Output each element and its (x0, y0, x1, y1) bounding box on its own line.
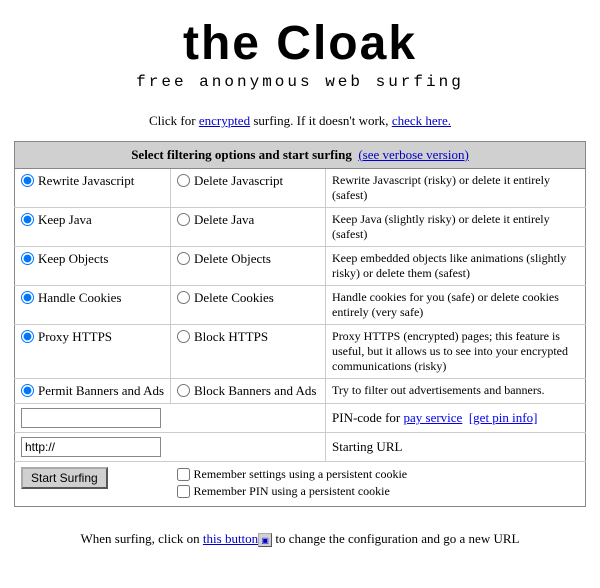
opt1-label-3: Handle Cookies (38, 290, 121, 306)
radio-opt1-1[interactable] (21, 213, 34, 226)
page-header: the Cloak free anonymous web surfing (0, 0, 600, 99)
check-link[interactable]: check here. (392, 113, 451, 128)
intro-middle: surfing. If it doesn't work, (250, 113, 392, 128)
radio-opt1-label-4[interactable]: Proxy HTTPS (21, 329, 164, 345)
pin-row: PIN-code for pay service [get pin info] (15, 403, 586, 432)
footer-link-label: this button (203, 531, 258, 546)
table-row: Permit Banners and Ads Block Banners and… (15, 378, 586, 403)
row-desc-2: Keep embedded objects like animations (s… (326, 246, 586, 285)
radio-opt2-label-3[interactable]: Delete Cookies (177, 290, 319, 306)
row-desc-0: Rewrite Javascript (risky) or delete it … (326, 168, 586, 207)
table-header: Select filtering options and start surfi… (15, 141, 586, 168)
table-row: Proxy HTTPS Block HTTPS Proxy HTTPS (enc… (15, 324, 586, 378)
radio-opt2-0[interactable] (177, 174, 190, 187)
opt1-label-5: Permit Banners and Ads (38, 383, 164, 399)
opt2-label-3: Delete Cookies (194, 290, 274, 306)
table-header-label: Select filtering options and start surfi… (131, 147, 352, 162)
url-row: Starting URL (15, 432, 586, 461)
radio-opt1-0[interactable] (21, 174, 34, 187)
checkbox2-line: Remember PIN using a persistent cookie (177, 484, 579, 499)
radio-opt2-label-1[interactable]: Delete Java (177, 212, 319, 228)
radio-opt1-3[interactable] (21, 291, 34, 304)
url-label-cell: Starting URL (326, 432, 586, 461)
remember-settings-checkbox[interactable] (177, 468, 190, 481)
checkbox2-label: Remember PIN using a persistent cookie (194, 484, 390, 499)
app-title: the Cloak (0, 18, 600, 71)
radio-opt2-label-4[interactable]: Block HTTPS (177, 329, 319, 345)
radio-opt2-5[interactable] (177, 384, 190, 397)
intro-before: Click for (149, 113, 199, 128)
checkbox1-label: Remember settings using a persistent coo… (194, 467, 408, 482)
pin-input[interactable] (21, 408, 161, 428)
checkbox1-line: Remember settings using a persistent coo… (177, 467, 579, 482)
opt2-label-4: Block HTTPS (194, 329, 268, 345)
radio-opt2-label-0[interactable]: Delete Javascript (177, 173, 319, 189)
opt1-label-4: Proxy HTTPS (38, 329, 112, 345)
intro-text: Click for encrypted surfing. If it doesn… (0, 99, 600, 141)
this-button-link[interactable]: this button▣ (203, 531, 272, 546)
radio-opt2-label-5[interactable]: Block Banners and Ads (177, 383, 319, 399)
radio-opt1-label-1[interactable]: Keep Java (21, 212, 164, 228)
footer: When surfing, click on this button▣ to c… (0, 517, 600, 557)
pin-label-cell: PIN-code for pay service [get pin info] (326, 403, 586, 432)
app-subtitle: free anonymous web surfing (0, 73, 600, 91)
encrypted-link[interactable]: encrypted (199, 113, 250, 128)
options-section: Select filtering options and start surfi… (0, 141, 600, 517)
footer-before: When surfing, click on (81, 531, 203, 546)
button-icon: ▣ (258, 533, 272, 547)
radio-opt1-4[interactable] (21, 330, 34, 343)
start-surfing-button[interactable]: Start Surfing (21, 467, 108, 489)
options-table: Select filtering options and start surfi… (14, 141, 586, 507)
opt1-label-1: Keep Java (38, 212, 92, 228)
radio-opt2-2[interactable] (177, 252, 190, 265)
opt1-label-2: Keep Objects (38, 251, 108, 267)
footer-after: to change the configuration and go a new… (272, 531, 519, 546)
radio-opt2-1[interactable] (177, 213, 190, 226)
checkbox-cell: Remember settings using a persistent coo… (171, 461, 586, 506)
bottom-row: Start Surfing Remember settings using a … (15, 461, 586, 506)
opt2-label-5: Block Banners and Ads (194, 383, 316, 399)
radio-opt1-label-3[interactable]: Handle Cookies (21, 290, 164, 306)
radio-opt1-label-5[interactable]: Permit Banners and Ads (21, 383, 164, 399)
row-desc-5: Try to filter out advertisements and ban… (326, 378, 586, 403)
opt2-label-2: Delete Objects (194, 251, 271, 267)
remember-pin-checkbox[interactable] (177, 485, 190, 498)
verbose-link[interactable]: (see verbose version) (358, 147, 468, 162)
url-input[interactable] (21, 437, 161, 457)
row-desc-1: Keep Java (slightly risky) or delete it … (326, 207, 586, 246)
row-desc-3: Handle cookies for you (safe) or delete … (326, 285, 586, 324)
radio-opt2-4[interactable] (177, 330, 190, 343)
opt1-label-0: Rewrite Javascript (38, 173, 134, 189)
pay-service-link[interactable]: pay service (404, 410, 463, 425)
opt2-label-1: Delete Java (194, 212, 254, 228)
table-row: Handle Cookies Delete Cookies Handle coo… (15, 285, 586, 324)
table-row: Keep Objects Delete Objects Keep embedde… (15, 246, 586, 285)
radio-opt2-label-2[interactable]: Delete Objects (177, 251, 319, 267)
row-desc-4: Proxy HTTPS (encrypted) pages; this feat… (326, 324, 586, 378)
opt2-label-0: Delete Javascript (194, 173, 283, 189)
table-row: Keep Java Delete Java Keep Java (slightl… (15, 207, 586, 246)
get-pin-link[interactable]: [get pin info] (469, 410, 538, 425)
radio-opt1-label-0[interactable]: Rewrite Javascript (21, 173, 164, 189)
table-row: Rewrite Javascript Delete Javascript Rew… (15, 168, 586, 207)
radio-opt1-label-2[interactable]: Keep Objects (21, 251, 164, 267)
radio-opt1-5[interactable] (21, 384, 34, 397)
radio-opt1-2[interactable] (21, 252, 34, 265)
radio-opt2-3[interactable] (177, 291, 190, 304)
